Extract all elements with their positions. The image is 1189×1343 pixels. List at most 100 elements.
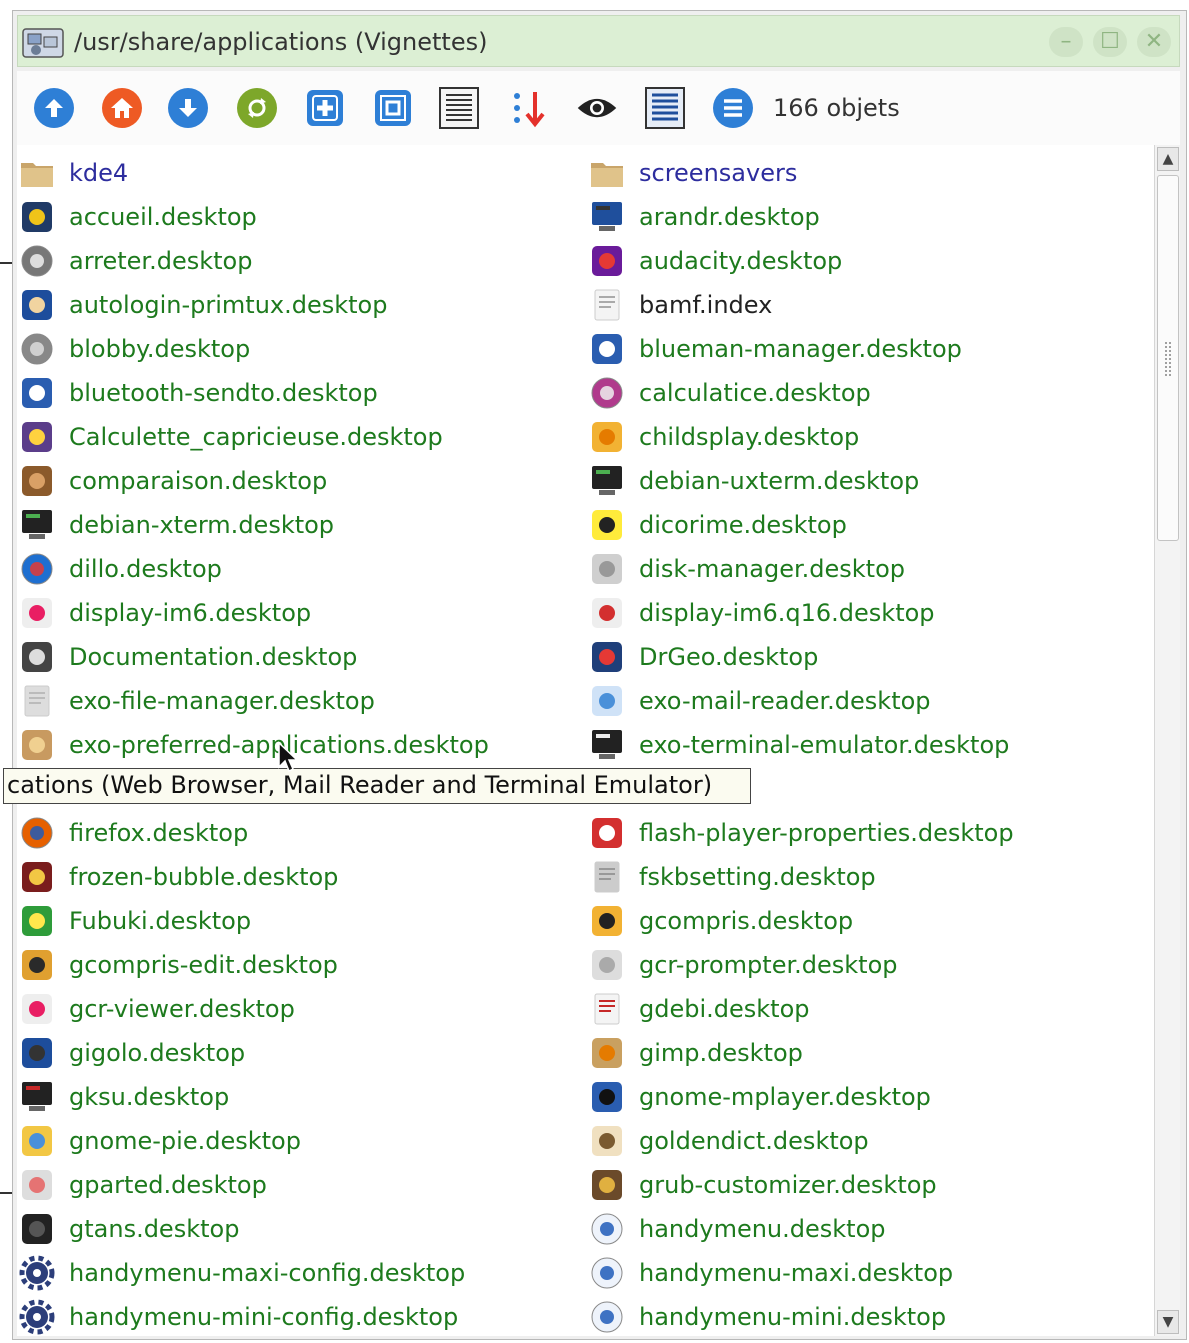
file-item[interactable]: gdebi.desktop xyxy=(589,987,810,1031)
file-item[interactable]: frozen-bubble.desktop xyxy=(19,855,338,899)
file-list[interactable]: kde4 accueil.desktop arreter.desktop autolo… xyxy=(17,145,1154,1336)
file-item[interactable]: gtans.desktop xyxy=(19,1207,239,1251)
gparted-icon xyxy=(22,1170,52,1200)
file-item[interactable]: handymenu-maxi.desktop xyxy=(589,1251,953,1295)
go-down-button[interactable] xyxy=(167,87,209,129)
file-name: handymenu.desktop xyxy=(639,1215,886,1243)
drgeo-icon xyxy=(592,642,622,672)
file-item[interactable]: debian-uxterm.desktop xyxy=(589,459,919,503)
power-icon xyxy=(21,245,53,277)
file-name: blueman-manager.desktop xyxy=(639,335,962,363)
file-item[interactable]: autologin-primtux.desktop xyxy=(19,283,387,327)
file-item[interactable]: gcr-prompter.desktop xyxy=(589,943,898,987)
file-name: flash-player-properties.desktop xyxy=(639,819,1014,847)
file-item[interactable]: handymenu.desktop xyxy=(589,1207,886,1251)
file-item[interactable]: flash-player-properties.desktop xyxy=(589,811,1014,855)
file-item[interactable]: bamf.index xyxy=(589,283,772,327)
file-item[interactable]: childsplay.desktop xyxy=(589,415,859,459)
list-view-button[interactable] xyxy=(438,87,480,129)
minimize-button[interactable]: – xyxy=(1049,27,1083,57)
file-item[interactable]: goldendict.desktop xyxy=(589,1119,869,1163)
file-item[interactable]: calculatice.desktop xyxy=(589,371,871,415)
xterm-icon xyxy=(22,510,52,539)
file-item[interactable]: bluetooth-sendto.desktop xyxy=(19,371,378,415)
new-button[interactable] xyxy=(304,87,346,129)
calculator-icon xyxy=(22,422,52,452)
file-item[interactable]: handymenu-mini.desktop xyxy=(589,1295,946,1336)
file-item[interactable]: audacity.desktop xyxy=(589,239,842,283)
file-item[interactable]: blueman-manager.desktop xyxy=(589,327,962,371)
detailed-list-icon xyxy=(439,87,479,129)
file-item[interactable]: blobby.desktop xyxy=(19,327,250,371)
select-all-button[interactable] xyxy=(372,87,414,129)
file-item[interactable]: gcompris-edit.desktop xyxy=(19,943,338,987)
file-item[interactable]: firefox.desktop xyxy=(19,811,248,855)
file-item[interactable]: kde4 xyxy=(19,151,128,195)
file-item[interactable]: dillo.desktop xyxy=(19,547,222,591)
file-item[interactable]: gnome-pie.desktop xyxy=(19,1119,301,1163)
file-name: arreter.desktop xyxy=(69,247,253,275)
file-item[interactable]: display-im6.q16.desktop xyxy=(589,591,935,635)
file-item[interactable]: gparted.desktop xyxy=(19,1163,267,1207)
file-item[interactable]: dicorime.desktop xyxy=(589,503,847,547)
mail-icon xyxy=(592,686,622,716)
desktop-background-line xyxy=(0,1192,12,1194)
maximize-button[interactable]: ☐ xyxy=(1093,27,1127,57)
file-item[interactable]: debian-xterm.desktop xyxy=(19,503,334,547)
file-item[interactable]: gcompris.desktop xyxy=(589,899,853,943)
file-item[interactable]: handymenu-maxi-config.desktop xyxy=(19,1251,465,1295)
file-item[interactable]: DrGeo.desktop xyxy=(589,635,818,679)
title-bar[interactable]: /usr/share/applications (Vignettes) – ☐ … xyxy=(17,15,1180,67)
file-item[interactable]: Documentation.desktop xyxy=(19,635,357,679)
file-item[interactable]: Calculette_capricieuse.desktop xyxy=(19,415,443,459)
file-item[interactable]: gigolo.desktop xyxy=(19,1031,245,1075)
home-button[interactable] xyxy=(101,87,143,129)
file-item[interactable]: accueil.desktop xyxy=(19,195,257,239)
file-name: calculatice.desktop xyxy=(639,379,871,407)
file-item[interactable]: Fubuki.desktop xyxy=(19,899,251,943)
home-icon xyxy=(102,88,142,128)
close-button[interactable]: ✕ xyxy=(1137,27,1171,57)
file-name: firefox.desktop xyxy=(69,819,249,847)
scroll-down-arrow-icon[interactable]: ▼ xyxy=(1157,1310,1179,1334)
file-item[interactable]: gcr-viewer.desktop xyxy=(19,987,295,1031)
scroll-up-arrow-icon[interactable]: ▲ xyxy=(1157,147,1179,171)
file-item[interactable]: display-im6.desktop xyxy=(19,591,311,635)
file-item[interactable]: gimp.desktop xyxy=(589,1031,803,1075)
bluetooth-icon xyxy=(22,378,52,408)
show-hidden-button[interactable] xyxy=(576,87,618,129)
file-item[interactable]: comparaison.desktop xyxy=(19,459,327,503)
file-item[interactable]: exo-file-manager.desktop xyxy=(19,679,375,723)
file-name: gcr-prompter.desktop xyxy=(639,951,898,979)
go-up-button[interactable] xyxy=(33,87,75,129)
file-item[interactable]: disk-manager.desktop xyxy=(589,547,905,591)
debian-package-icon xyxy=(594,993,620,1025)
reload-button[interactable] xyxy=(236,87,278,129)
file-item[interactable]: gksu.desktop xyxy=(19,1075,229,1119)
sort-button[interactable] xyxy=(508,87,550,129)
file-name: bluetooth-sendto.desktop xyxy=(69,379,378,407)
scrollbar-thumb[interactable] xyxy=(1157,175,1179,541)
vertical-scrollbar[interactable]: ▲ ▼ xyxy=(1154,145,1180,1336)
monitor-icon xyxy=(592,202,622,231)
accueil-icon xyxy=(22,202,52,232)
ball-icon xyxy=(21,333,53,365)
compact-view-button[interactable] xyxy=(644,87,686,129)
handymenu-icon xyxy=(591,1301,623,1333)
file-manager-window: /usr/share/applications (Vignettes) – ☐ … xyxy=(12,10,1187,1340)
file-item[interactable]: exo-mail-reader.desktop xyxy=(589,679,931,723)
window-title: /usr/share/applications (Vignettes) xyxy=(74,28,488,56)
file-name: gcompris.desktop xyxy=(639,907,854,935)
file-item[interactable]: handymenu-mini-config.desktop xyxy=(19,1295,458,1336)
file-item[interactable]: exo-preferred-applications.desktop xyxy=(19,723,489,767)
menu-button[interactable] xyxy=(712,87,754,129)
file-item[interactable]: screensavers xyxy=(589,151,797,195)
file-name: exo-mail-reader.desktop xyxy=(639,687,931,715)
gcr-viewer-icon xyxy=(22,994,52,1024)
file-item[interactable]: arreter.desktop xyxy=(19,239,252,283)
file-item[interactable]: gnome-mplayer.desktop xyxy=(589,1075,931,1119)
file-item[interactable]: fskbsetting.desktop xyxy=(589,855,876,899)
file-item[interactable]: arandr.desktop xyxy=(589,195,820,239)
file-item[interactable]: grub-customizer.desktop xyxy=(589,1163,937,1207)
file-item[interactable]: exo-terminal-emulator.desktop xyxy=(589,723,1009,767)
